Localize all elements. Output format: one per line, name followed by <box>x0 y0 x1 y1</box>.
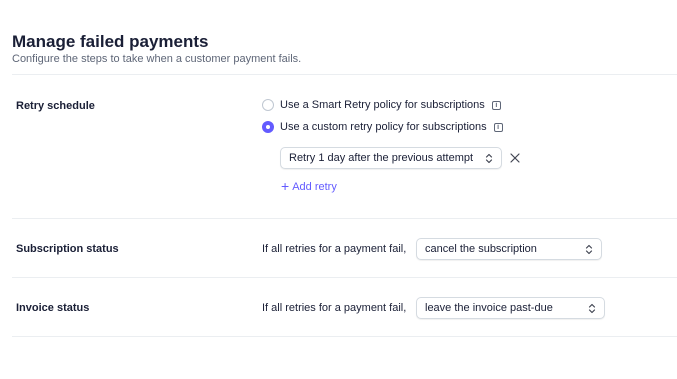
invoice-status-value: leave the invoice past-due <box>425 302 553 314</box>
subscription-status-label: Subscription status <box>16 243 119 255</box>
custom-retry-option-label: Use a custom retry policy for subscripti… <box>280 121 487 133</box>
add-retry-button[interactable]: + Add retry <box>281 178 337 194</box>
plus-icon: + <box>281 178 290 194</box>
retry-interval-value: Retry 1 day after the previous attempt <box>289 152 474 164</box>
radio-unchecked[interactable] <box>262 99 274 111</box>
page-title: Manage failed payments <box>12 32 209 51</box>
divider <box>12 74 677 75</box>
retry-schedule-label: Retry schedule <box>16 100 95 112</box>
retry-interval-select[interactable]: Retry 1 day after the previous attempt <box>280 147 502 169</box>
info-icon[interactable]: i <box>493 122 503 132</box>
radio-checked[interactable] <box>262 121 274 133</box>
smart-retry-option[interactable]: Use a Smart Retry policy for subscriptio… <box>262 99 501 111</box>
page-subtitle: Configure the steps to take when a custo… <box>12 53 302 65</box>
invoice-status-select[interactable]: leave the invoice past-due <box>416 297 605 319</box>
custom-retry-option[interactable]: Use a custom retry policy for subscripti… <box>262 121 503 133</box>
chevron-updown-icon <box>588 303 596 313</box>
info-icon[interactable]: i <box>491 100 501 110</box>
invoice-status-prefix: If all retries for a payment fail, <box>262 302 407 314</box>
chevron-updown-icon <box>585 244 593 254</box>
divider <box>12 277 677 278</box>
subscription-status-value: cancel the subscription <box>425 243 537 255</box>
divider <box>12 336 677 337</box>
smart-retry-option-label: Use a Smart Retry policy for subscriptio… <box>280 99 485 111</box>
subscription-status-prefix: If all retries for a payment fail, <box>262 243 407 255</box>
divider <box>12 218 677 219</box>
subscription-status-select[interactable]: cancel the subscription <box>416 238 602 260</box>
close-icon[interactable] <box>509 152 521 164</box>
add-retry-label: Add retry <box>292 181 337 193</box>
invoice-status-label: Invoice status <box>16 302 90 314</box>
chevron-updown-icon <box>485 153 493 163</box>
